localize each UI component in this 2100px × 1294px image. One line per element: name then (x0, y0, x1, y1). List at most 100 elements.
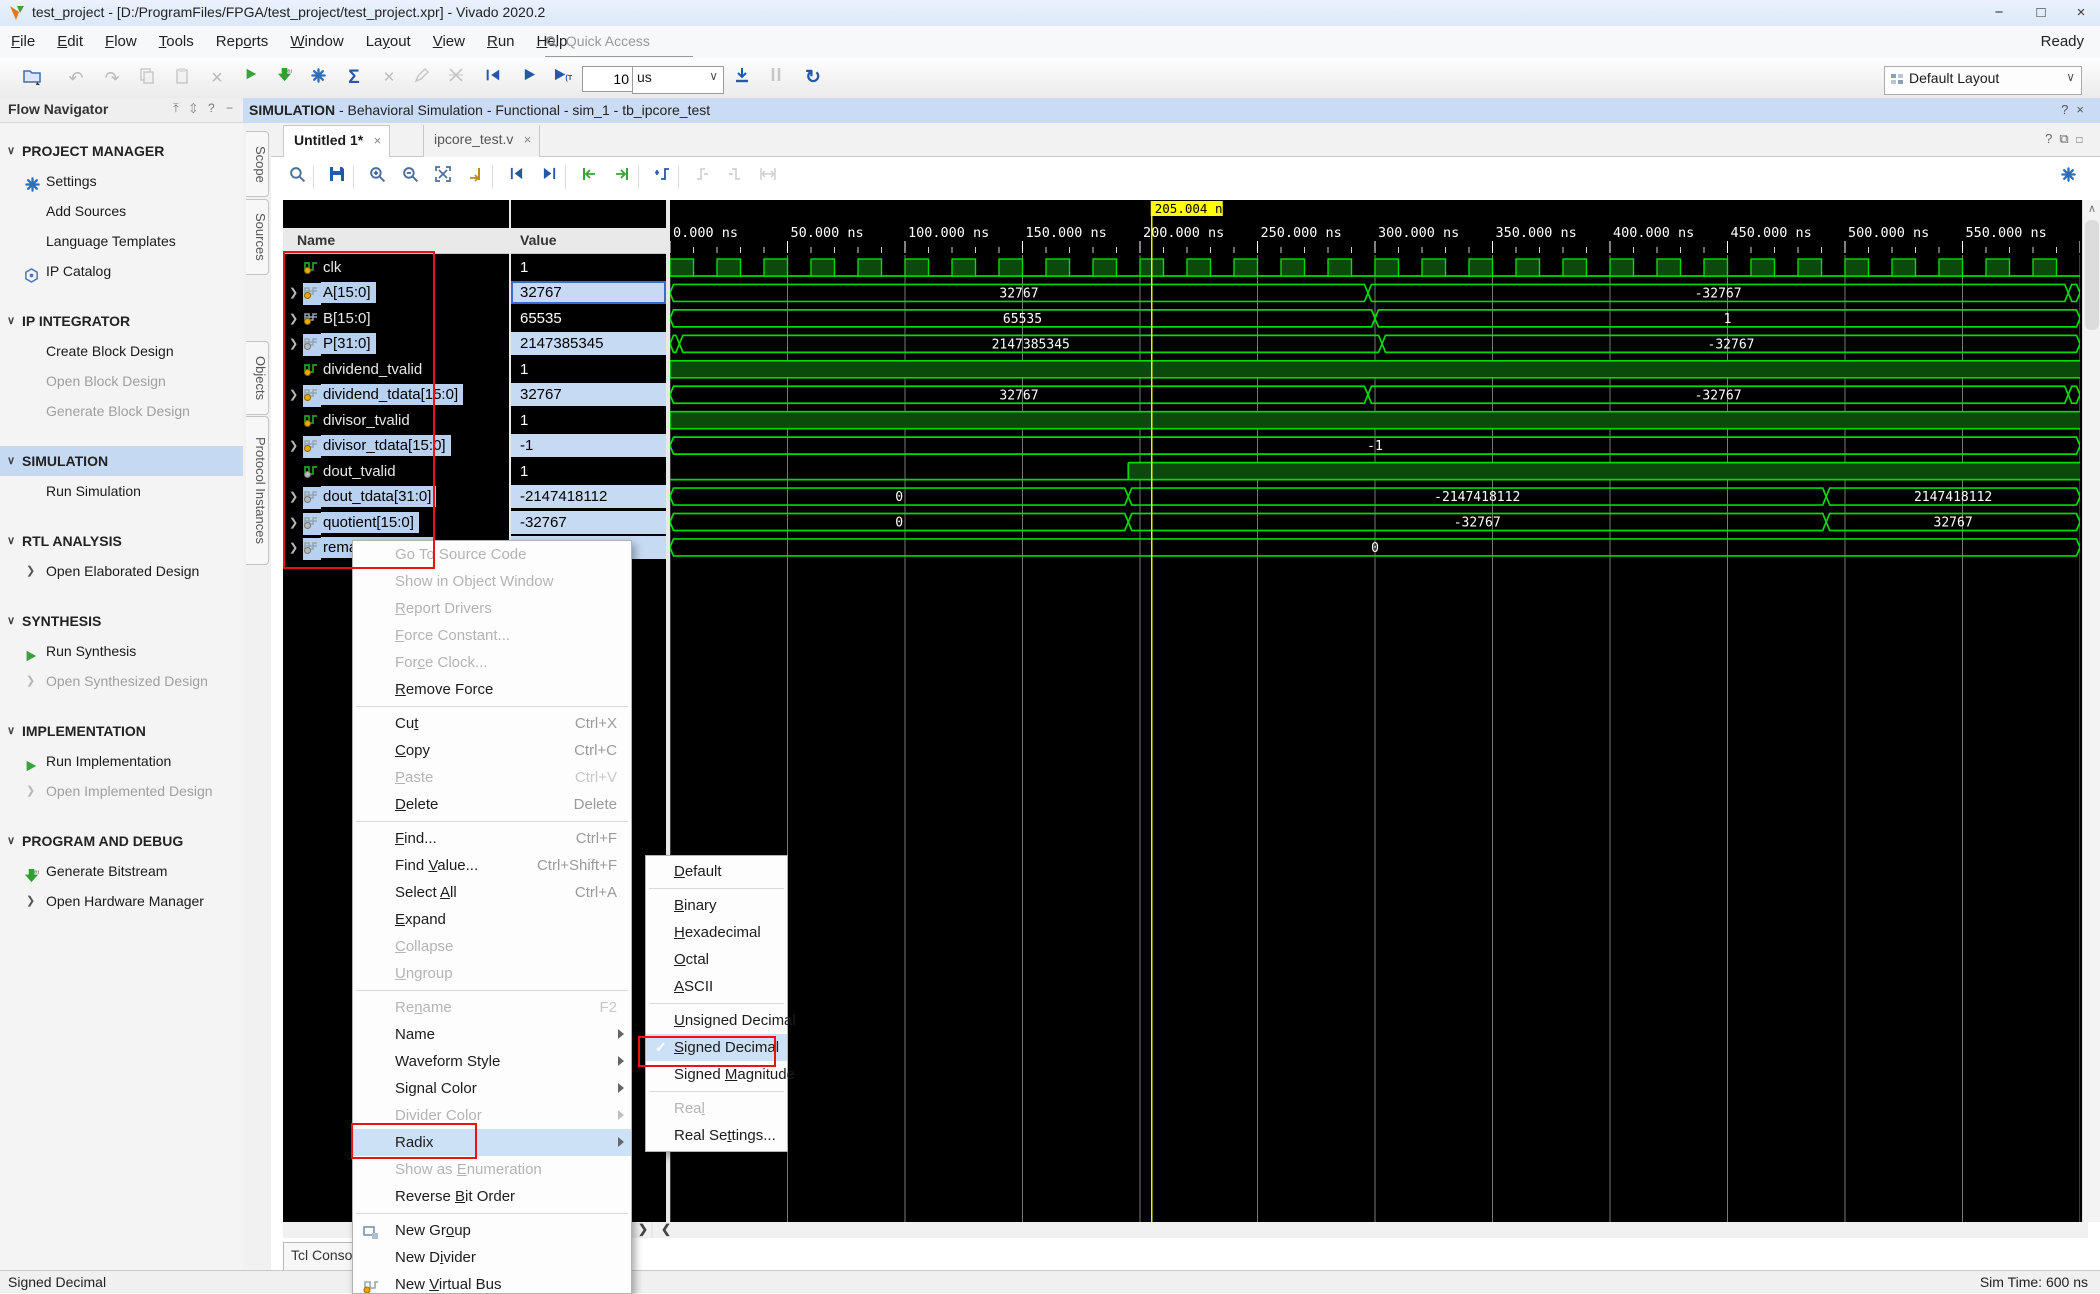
signal-value-row[interactable]: 1 (511, 357, 666, 382)
signal-row-dividend-tvalid[interactable]: dividend_tvalid (283, 357, 509, 382)
signal-row-dout-tvalid[interactable]: dout_tvalid (283, 459, 509, 484)
flownav-item-open-hardware-manager[interactable]: ❯Open Hardware Manager (0, 886, 243, 916)
flownav-title-simulation[interactable]: SIMULATION (0, 446, 243, 476)
radix-item-hexadecimal[interactable]: Hexadecimal (646, 919, 787, 946)
abort-sim-button[interactable] (444, 67, 468, 89)
signal-row-b-15-0[interactable]: ❯B[15:0] (283, 306, 509, 331)
scroll-up-icon[interactable]: ∧ (2083, 202, 2100, 215)
run-all-button[interactable] (517, 67, 541, 89)
zoom-to-cursor-button[interactable] (464, 166, 488, 188)
run-button[interactable] (239, 67, 263, 89)
column-header-name[interactable]: Name (297, 232, 335, 248)
flownav-item-generate-block-design[interactable]: Generate Block Design (0, 396, 243, 426)
generate-bitstream-button[interactable]: 01 (272, 67, 296, 89)
flownav-item-run-simulation[interactable]: Run Simulation (0, 476, 243, 506)
menu-item-new-group[interactable]: New Group (353, 1217, 631, 1244)
menu-item-waveform-style[interactable]: Waveform Style (353, 1048, 631, 1075)
menu-edit[interactable]: Edit (46, 26, 94, 58)
paste-button[interactable] (170, 67, 194, 89)
expand-arrow-icon[interactable]: ❯ (289, 281, 303, 305)
menu-window[interactable]: Window (279, 26, 354, 58)
zoom-out-button[interactable] (398, 166, 422, 188)
flownav-item-open-block-design[interactable]: Open Block Design (0, 366, 243, 396)
go-to-start-button[interactable] (504, 166, 528, 188)
signal-value-row[interactable]: 65535 (511, 306, 666, 331)
menu-file[interactable]: File (0, 26, 46, 58)
flownav-item-run-synthesis[interactable]: Run Synthesis (0, 636, 243, 666)
copy-button[interactable] (135, 67, 159, 89)
flownav-title-program-and-debug[interactable]: PROGRAM AND DEBUG (0, 826, 243, 856)
layout-select[interactable]: Default Layout (1884, 66, 2082, 95)
signal-row-dividend-tdata-15-0[interactable]: ❯dividend_tdata[15:0] (283, 382, 509, 407)
signal-value-row[interactable]: -32767 (511, 510, 666, 535)
vertical-scrollbar[interactable]: ∧ (2082, 200, 2100, 1222)
menu-item-delete[interactable]: DeleteDelete (353, 791, 631, 818)
waveform-plot[interactable]: 0.000 ns50.000 ns100.000 ns150.000 ns200… (670, 200, 2080, 1222)
signal-row-quotient-15-0[interactable]: ❯quotient[15:0] (283, 510, 509, 535)
run-time-input[interactable] (582, 66, 634, 92)
close-button[interactable]: × (2066, 2, 2096, 24)
signal-row-divisor-tdata-15-0[interactable]: ❯divisor_tdata[15:0] (283, 433, 509, 458)
add-marker-button[interactable] (650, 166, 674, 188)
wave-settings-button[interactable] (2056, 166, 2080, 188)
open-file-button[interactable] (20, 67, 44, 89)
flownav-item-ip-catalog[interactable]: IP Catalog (0, 256, 243, 286)
radix-item-unsigned-decimal[interactable]: Unsigned Decimal (646, 1007, 787, 1034)
signal-value-row[interactable]: 1 (511, 459, 666, 484)
side-tab-sources[interactable]: Sources (246, 199, 269, 275)
wave-save-button[interactable] (325, 166, 349, 188)
expand-arrow-icon[interactable]: ❯ (289, 307, 303, 331)
menu-item-signal-color[interactable]: Signal Color (353, 1075, 631, 1102)
expand-arrow-icon[interactable]: ❯ (289, 511, 303, 535)
tab-float-icon[interactable]: ⧉ (2059, 131, 2075, 146)
flownav-title-project-manager[interactable]: PROJECT MANAGER (0, 136, 243, 166)
menu-item-cut[interactable]: CutCtrl+X (353, 710, 631, 737)
flownav-title-implementation[interactable]: IMPLEMENTATION (0, 716, 243, 746)
undo-button[interactable]: ↶ (64, 67, 88, 89)
panel-close-icon[interactable]: × (2076, 102, 2092, 117)
expand-wave-icon[interactable]: ❮ (661, 1222, 671, 1236)
radix-item-default[interactable]: Default (646, 858, 787, 885)
signal-value-row[interactable]: 1 (511, 255, 666, 280)
signal-value-row[interactable]: 1 (511, 408, 666, 433)
side-tab-scope[interactable]: Scope (246, 131, 269, 197)
menu-item-find-value[interactable]: Find Value...Ctrl+Shift+F (353, 852, 631, 879)
relaunch-sim-button[interactable]: ↻ (801, 67, 825, 89)
time-unit-select[interactable]: us (632, 66, 724, 94)
radix-item-octal[interactable]: Octal (646, 946, 787, 973)
signal-value-row[interactable]: 2147385345 (511, 331, 666, 356)
signal-value-row[interactable]: -2147418112 (511, 484, 666, 509)
next-transition-button[interactable] (610, 166, 634, 188)
delete-x-button[interactable]: × (205, 67, 229, 89)
menu-run[interactable]: Run (476, 26, 526, 58)
flownav-title-rtl-analysis[interactable]: RTL ANALYSIS (0, 526, 243, 556)
report-summary-button[interactable]: Σ (342, 67, 366, 89)
restart-sim-button[interactable] (481, 67, 505, 89)
wave-search-button[interactable] (285, 166, 309, 188)
previous-transition-button[interactable] (577, 166, 601, 188)
menu-item-new-virtual-bus[interactable]: New Virtual Bus (353, 1271, 631, 1294)
radix-item-ascii[interactable]: ASCII (646, 973, 787, 1000)
step-button[interactable] (730, 67, 754, 89)
column-header-value[interactable]: Value (520, 232, 557, 248)
radix-item-real-settings[interactable]: Real Settings... (646, 1122, 787, 1149)
signal-row-clk[interactable]: clk (283, 255, 509, 280)
radix-item-binary[interactable]: Binary (646, 892, 787, 919)
menu-item-reverse-bit-order[interactable]: Reverse Bit Order (353, 1183, 631, 1210)
swap-previous-marker-button[interactable] (690, 166, 714, 188)
menu-reports[interactable]: Reports (205, 26, 280, 58)
flownav-item-run-implementation[interactable]: Run Implementation (0, 746, 243, 776)
radix-item-signed-decimal[interactable]: ✓Signed Decimal (646, 1034, 787, 1061)
zoom-fit-button[interactable] (431, 166, 455, 188)
menu-flow[interactable]: Flow (94, 26, 148, 58)
tab-close-icon[interactable]: × (374, 133, 382, 148)
menu-item-new-divider[interactable]: New Divider (353, 1244, 631, 1271)
flownav-title-synthesis[interactable]: SYNTHESIS (0, 606, 243, 636)
signal-row-p-31-0[interactable]: ❯P[31:0] (283, 331, 509, 356)
flownav-item-open-elaborated-design[interactable]: ❯Open Elaborated Design (0, 556, 243, 586)
swap-next-marker-button[interactable] (723, 166, 747, 188)
flownav-item-create-block-design[interactable]: Create Block Design (0, 336, 243, 366)
flownav-item-generate-bitstream[interactable]: 01Generate Bitstream (0, 856, 243, 886)
menu-item-remove-force[interactable]: Remove Force (353, 676, 631, 703)
fit-between-markers-button[interactable] (756, 166, 780, 188)
